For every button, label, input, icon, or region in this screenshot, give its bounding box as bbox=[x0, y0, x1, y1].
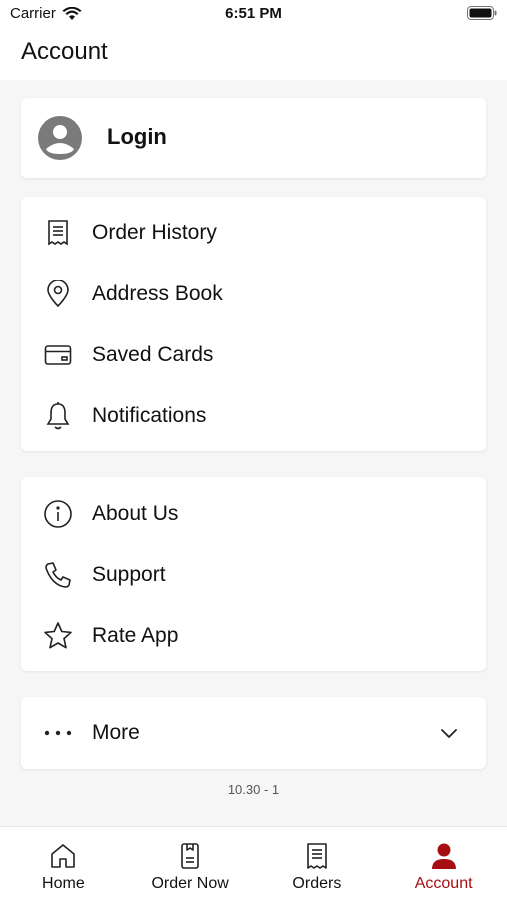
home-icon bbox=[51, 844, 76, 868]
app-version: 10.30 - 1 bbox=[227, 782, 280, 797]
status-time: 6:51 PM bbox=[225, 5, 282, 22]
menu-group-secondary: About Us Support Rate App bbox=[21, 477, 486, 671]
tab-orders[interactable]: Orders bbox=[254, 827, 381, 901]
menu-item-label: Saved Cards bbox=[92, 343, 214, 366]
status-bar: Carrier 6:51 PM bbox=[0, 0, 507, 28]
menu-group-primary: Order History Address Book Saved Cards N… bbox=[21, 197, 486, 451]
page-header: Account bbox=[0, 28, 507, 80]
menu-item-support[interactable]: Support bbox=[21, 550, 486, 600]
more-label: More bbox=[92, 721, 140, 744]
page-title: Account bbox=[21, 38, 108, 65]
star-icon bbox=[42, 620, 74, 652]
tab-label: Account bbox=[414, 875, 473, 892]
ellipsis-icon bbox=[42, 717, 74, 749]
menu-item-label: Address Book bbox=[92, 282, 223, 305]
battery-indicator bbox=[467, 6, 497, 24]
menu-item-label: About Us bbox=[92, 502, 179, 525]
order-now-icon bbox=[181, 843, 199, 869]
more-card[interactable]: More bbox=[21, 697, 486, 769]
menu-item-rate-app[interactable]: Rate App bbox=[21, 611, 486, 661]
login-card[interactable]: Login bbox=[21, 98, 486, 178]
orders-icon bbox=[307, 843, 327, 869]
tab-order-now[interactable]: Order Now bbox=[127, 827, 254, 901]
credit-card-icon bbox=[42, 339, 74, 371]
menu-item-label: Support bbox=[92, 563, 166, 586]
tab-account[interactable]: Account bbox=[380, 827, 507, 901]
login-label: Login bbox=[107, 124, 167, 149]
menu-item-order-history[interactable]: Order History bbox=[21, 208, 486, 258]
tab-label: Orders bbox=[292, 875, 342, 892]
chevron-down-icon[interactable] bbox=[438, 722, 460, 744]
battery-icon bbox=[467, 6, 497, 20]
menu-item-label: Notifications bbox=[92, 404, 207, 427]
phone-icon bbox=[42, 559, 74, 591]
location-pin-icon bbox=[42, 278, 74, 310]
menu-item-address-book[interactable]: Address Book bbox=[21, 269, 486, 319]
tab-bar: Home Order Now Orders Account bbox=[0, 826, 507, 901]
avatar-icon bbox=[38, 116, 82, 160]
menu-item-label: Rate App bbox=[92, 624, 179, 647]
receipt-icon bbox=[42, 217, 74, 249]
tab-label: Home bbox=[42, 875, 85, 892]
tab-label: Order Now bbox=[151, 875, 229, 892]
menu-item-label: Order History bbox=[92, 221, 217, 244]
person-icon bbox=[431, 843, 456, 869]
info-icon bbox=[42, 498, 74, 530]
menu-item-saved-cards[interactable]: Saved Cards bbox=[21, 330, 486, 380]
tab-home[interactable]: Home bbox=[0, 827, 127, 901]
more-row[interactable]: More bbox=[21, 708, 486, 758]
bell-icon bbox=[42, 400, 74, 432]
menu-item-notifications[interactable]: Notifications bbox=[21, 391, 486, 441]
account-content: Login Order History Address Book Saved C… bbox=[0, 80, 507, 826]
menu-item-about-us[interactable]: About Us bbox=[21, 489, 486, 539]
